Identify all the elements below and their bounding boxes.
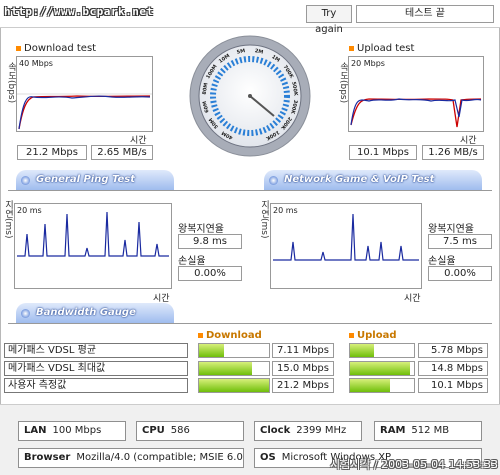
upload-bar-fill: [350, 379, 390, 392]
upload-graph: 20 Mbps: [348, 56, 484, 132]
ping-loss-label: 손실율: [178, 256, 206, 267]
upload-row-value: 14.8 Mbps: [418, 361, 488, 376]
download-row-value: 21.2 Mbps: [272, 378, 334, 393]
voip-graph: 20 ms: [270, 203, 422, 289]
bandwidth-row-label: 사용자 측정값: [4, 378, 188, 393]
upload-bar-track: [349, 361, 415, 376]
download-bar-fill: [199, 362, 253, 375]
speed-gauge: 40M50M60M80M100M10M5M 2M1M700K500K300K200…: [189, 35, 311, 157]
clock-value: 2399 MHz: [296, 425, 347, 436]
download-bytes: 2.65 MB/s: [91, 145, 153, 160]
divider: [8, 323, 492, 324]
bullet-icon: [198, 332, 203, 338]
os-label: OS: [260, 452, 276, 463]
download-row-value: 15.0 Mbps: [272, 361, 334, 376]
cpu-info: CPU 586: [136, 421, 244, 441]
ram-label: RAM: [380, 425, 406, 436]
lan-label: LAN: [24, 425, 47, 436]
upload-bar-fill: [350, 344, 374, 357]
download-bar-track: [198, 361, 270, 376]
ball-icon: [269, 176, 278, 185]
cpu-value: 586: [170, 425, 190, 436]
upload-bar-fill: [350, 362, 411, 375]
bandwidth-row-label: 메가패스 VDSL 최대값: [4, 361, 188, 376]
download-graph: 40 Mbps: [16, 56, 153, 132]
cpu-label: CPU: [142, 425, 165, 436]
voip-loss-value: 0.00%: [428, 266, 492, 281]
voip-xlabel: 시간: [404, 294, 421, 304]
tab-network-game-voip-test[interactable]: Network Game & VoIP Test: [264, 170, 482, 190]
bandwidth-row-label: 메가패스 VDSL 평균: [4, 343, 188, 358]
top-bar: http://www.bcpark.net Try again 테스트 끝: [0, 0, 500, 35]
try-again-button[interactable]: Try again: [306, 5, 352, 35]
clock-info: Clock 2399 MHz: [254, 421, 362, 441]
upload-bytes: 1.26 MB/s: [422, 145, 484, 160]
download-bar-track: [198, 378, 270, 393]
download-plot: [17, 93, 152, 130]
download-speed: 21.2 Mbps: [17, 145, 87, 160]
voip-rtt-label: 왕복지연율: [428, 224, 474, 235]
download-bar-track: [198, 343, 270, 358]
site-url[interactable]: http://www.bcpark.net: [4, 5, 154, 18]
bandwidth-download-header: Download: [198, 330, 262, 341]
upload-title: Upload test: [349, 43, 414, 54]
ping-graph: 20 ms: [14, 203, 172, 289]
bullet-icon: [349, 332, 354, 338]
test-status-box: 테스트 끝: [356, 5, 494, 23]
ram-info: RAM 512 MB: [374, 421, 482, 441]
browser-info: Browser Mozilla/4.0 (compatible; MSIE 6.0: [18, 448, 244, 468]
ping-plot: [17, 211, 169, 257]
upload-bar-track: [349, 343, 415, 358]
voip-plot: [273, 213, 419, 261]
browser-value: Mozilla/4.0 (compatible; MSIE 6.0: [76, 452, 243, 463]
ping-rtt-label: 왕복지연율: [178, 224, 224, 235]
bandwidth-upload-header: Upload: [349, 330, 396, 341]
upload-row-value: 10.1 Mbps: [418, 378, 488, 393]
clock-label: Clock: [260, 425, 291, 436]
browser-label: Browser: [24, 452, 71, 463]
tab-bandwidth-gauge[interactable]: Bandwidth Gauge: [16, 303, 174, 323]
test-timestamp: 시험시각 / 2003-05-04 14:53:33: [330, 458, 499, 471]
voip-loss-label: 손실율: [428, 256, 456, 267]
tab-general-ping-test[interactable]: General Ping Test: [16, 170, 174, 190]
upload-bar-track: [349, 378, 415, 393]
upload-plot: [350, 98, 482, 128]
lan-info: LAN 100 Mbps: [18, 421, 126, 441]
upload-row-value: 5.78 Mbps: [418, 343, 488, 358]
ping-loss-value: 0.00%: [178, 266, 242, 281]
ping-rtt-value: 9.8 ms: [178, 234, 242, 249]
voip-rtt-value: 7.5 ms: [428, 234, 492, 249]
download-bar-fill: [199, 379, 269, 392]
download-bar-fill: [199, 344, 225, 357]
upload-speed: 10.1 Mbps: [349, 145, 417, 160]
divider: [8, 190, 492, 191]
bullet-icon: [16, 45, 21, 51]
ball-icon: [21, 176, 30, 185]
bullet-icon: [349, 45, 354, 51]
lan-value: 100 Mbps: [52, 425, 102, 436]
download-title: Download test: [16, 43, 96, 54]
ram-value: 512 MB: [411, 425, 450, 436]
download-row-value: 7.11 Mbps: [272, 343, 334, 358]
ball-icon: [21, 309, 30, 318]
